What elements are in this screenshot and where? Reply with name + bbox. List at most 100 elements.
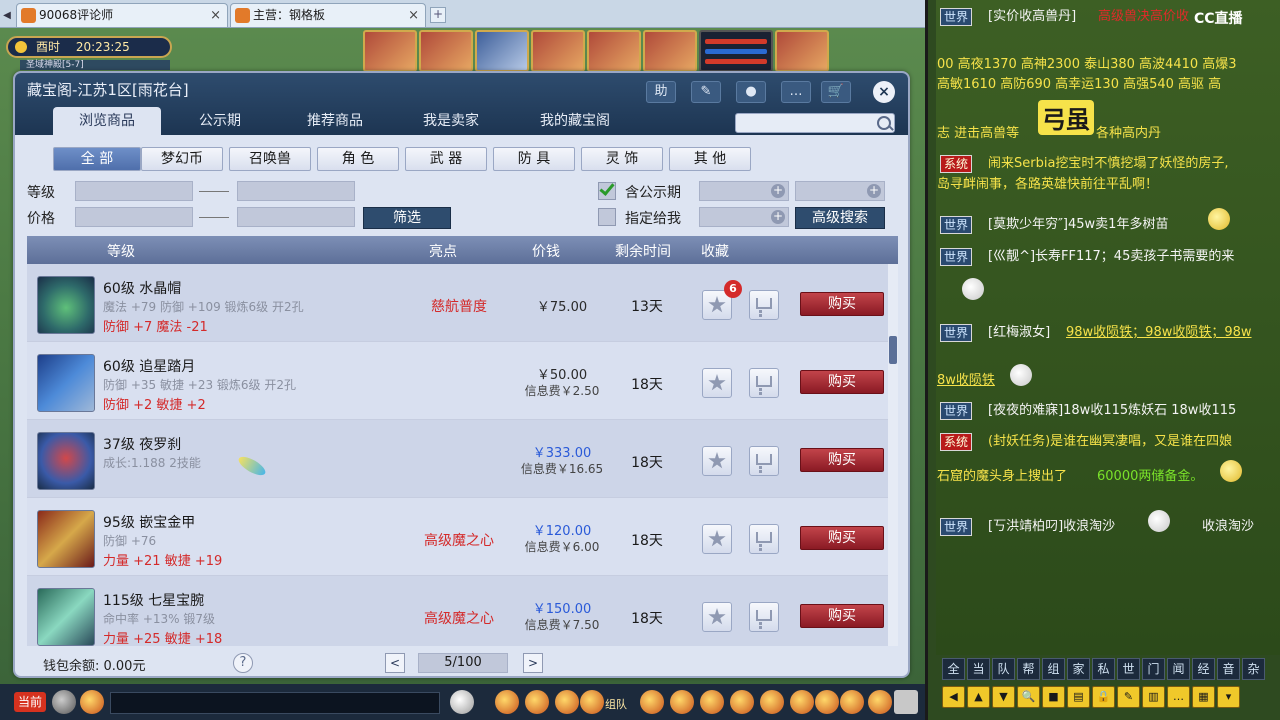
chat-channel-voice[interactable]: 音 xyxy=(1217,658,1240,680)
browser-tab-reviewer[interactable]: 90068评论师 × xyxy=(16,3,228,27)
buy-button[interactable]: 购买 xyxy=(800,526,884,550)
add-to-cart-button[interactable] xyxy=(749,290,779,320)
arrow-left-icon[interactable]: ◀ xyxy=(942,686,965,708)
chat-channel-family[interactable]: 家 xyxy=(1067,658,1090,680)
scrollbar-thumb[interactable] xyxy=(889,336,897,364)
tab-seller[interactable]: 我是卖家 xyxy=(401,107,501,135)
chat-channel-gang[interactable]: 帮 xyxy=(1017,658,1040,680)
chat-channel-experience[interactable]: 经 xyxy=(1192,658,1215,680)
tab-browse-goods[interactable]: 浏览商品 xyxy=(53,107,161,135)
attack-icon[interactable] xyxy=(495,690,519,714)
page-indicator[interactable]: 5/100 xyxy=(418,653,508,673)
add-to-cart-button[interactable] xyxy=(749,524,779,554)
smiley-icon[interactable] xyxy=(840,690,864,714)
add-to-cart-button[interactable] xyxy=(749,368,779,398)
search-input[interactable] xyxy=(735,113,895,133)
category-other[interactable]: 其 他 xyxy=(669,147,751,171)
boots-icon[interactable] xyxy=(37,354,95,412)
pet-icon[interactable] xyxy=(37,432,95,490)
level-max-input[interactable] xyxy=(237,181,355,201)
chat-channel-group[interactable]: 组 xyxy=(1042,658,1065,680)
grid-icon[interactable]: ▦ xyxy=(1192,686,1215,708)
favorite-button[interactable] xyxy=(702,602,732,632)
assigned-to-me-checkbox[interactable] xyxy=(598,208,616,226)
table-row[interactable]: 60级 追星踏月 防御 +35 敏捷 +23 锻炼6级 开2孔 防御 +2 敏捷… xyxy=(27,342,898,420)
chat-message-tail[interactable]: 98w收陨铁；98w收陨铁；98w xyxy=(1066,324,1252,342)
window-icon[interactable]: ▥ xyxy=(1142,686,1165,708)
browser-tab-steel-grating[interactable]: 主营：钢格板 × xyxy=(230,3,426,27)
chat-icon[interactable]: … xyxy=(781,81,811,103)
assigned-select[interactable]: + xyxy=(699,207,789,227)
emote-icon[interactable] xyxy=(80,690,104,714)
favorite-button[interactable] xyxy=(702,524,732,554)
pet-icon[interactable] xyxy=(640,690,664,714)
tab-public-period[interactable]: 公示期 xyxy=(175,107,265,135)
shell-icon[interactable] xyxy=(815,690,839,714)
chat-message[interactable]: 8w收陨铁 xyxy=(937,372,995,390)
team-portrait[interactable] xyxy=(775,30,829,72)
favorite-button[interactable] xyxy=(702,446,732,476)
close-button[interactable]: × xyxy=(873,81,895,103)
arrow-up-icon[interactable]: ▲ xyxy=(967,686,990,708)
chat-channel-news[interactable]: 闻 xyxy=(1167,658,1190,680)
item-menu-icon[interactable] xyxy=(525,690,549,714)
category-character[interactable]: 角 色 xyxy=(317,147,399,171)
friends-icon[interactable] xyxy=(760,690,784,714)
team-portrait[interactable] xyxy=(587,30,641,72)
quest-icon[interactable] xyxy=(670,690,694,714)
chat-channel-misc[interactable]: 杂 xyxy=(1242,658,1265,680)
chat-channel-team[interactable]: 队 xyxy=(992,658,1015,680)
tab-scroll-left-button[interactable]: ◀ xyxy=(0,5,14,27)
public-period-checkbox[interactable] xyxy=(598,180,616,200)
table-row[interactable]: 95级 嵌宝金甲 防御 +76 力量 +21 敏捷 +19 高级魔之心 ￥120… xyxy=(27,498,898,576)
team-portrait[interactable] xyxy=(475,30,529,72)
price-min-input[interactable] xyxy=(75,207,193,227)
search-icon[interactable] xyxy=(877,116,891,130)
close-icon[interactable]: × xyxy=(408,4,419,27)
add-to-cart-button[interactable] xyxy=(749,446,779,476)
clear-icon[interactable]: ■ xyxy=(1042,686,1065,708)
system-icon[interactable] xyxy=(868,690,892,714)
public-period-select-2[interactable]: + xyxy=(795,181,885,201)
chat-channel-private[interactable]: 私 xyxy=(1092,658,1115,680)
column-header-price[interactable]: 价钱 xyxy=(532,241,560,261)
team-button-label[interactable]: 组队 xyxy=(605,696,627,712)
search-icon[interactable]: 🔍 xyxy=(1017,686,1040,708)
pet-menu-icon[interactable] xyxy=(450,690,474,714)
category-accessory[interactable]: 灵 饰 xyxy=(581,147,663,171)
column-header-level[interactable]: 等级 xyxy=(107,241,135,261)
help-button[interactable]: 助 xyxy=(646,81,676,103)
microphone-icon[interactable] xyxy=(52,690,76,714)
team-portrait[interactable] xyxy=(643,30,697,72)
helmet-icon[interactable] xyxy=(37,276,95,334)
lock-icon[interactable]: 🔒 xyxy=(1092,686,1115,708)
gang-icon[interactable] xyxy=(700,690,724,714)
chat-channel-current[interactable]: 当前 xyxy=(14,692,46,712)
close-icon[interactable]: × xyxy=(210,4,221,27)
team-portrait[interactable] xyxy=(363,30,417,72)
pen-icon[interactable]: ✎ xyxy=(1117,686,1140,708)
chat-channel-world[interactable]: 世 xyxy=(1117,658,1140,680)
public-period-select-1[interactable]: + xyxy=(699,181,789,201)
team-portrait[interactable] xyxy=(531,30,585,72)
team-portrait[interactable] xyxy=(419,30,473,72)
bracer-icon[interactable] xyxy=(37,588,95,646)
favorite-button[interactable] xyxy=(702,368,732,398)
gift-icon[interactable] xyxy=(730,690,754,714)
expand-icon[interactable]: ▾ xyxy=(1217,686,1240,708)
previous-page-button[interactable]: < xyxy=(385,653,405,673)
buy-button[interactable]: 购买 xyxy=(800,292,884,316)
price-max-input[interactable] xyxy=(237,207,355,227)
category-armor[interactable]: 防 具 xyxy=(493,147,575,171)
new-tab-button[interactable]: + xyxy=(430,7,446,23)
bubble-icon[interactable]: … xyxy=(1167,686,1190,708)
chat-channel-all[interactable]: 全 xyxy=(942,658,965,680)
give-icon[interactable] xyxy=(555,690,579,714)
table-row[interactable]: 37级 夜罗刹 成长:1.188 2技能 ￥333.00 信息费￥16.65 1… xyxy=(27,420,898,498)
arrow-down-icon[interactable]: ▼ xyxy=(992,686,1015,708)
trade-icon[interactable] xyxy=(580,690,604,714)
category-currency[interactable]: 梦幻币 xyxy=(141,147,223,171)
chat-channel-current[interactable]: 当 xyxy=(967,658,990,680)
chat-channel-sect[interactable]: 门 xyxy=(1142,658,1165,680)
filter-button[interactable]: 筛选 xyxy=(363,207,451,229)
